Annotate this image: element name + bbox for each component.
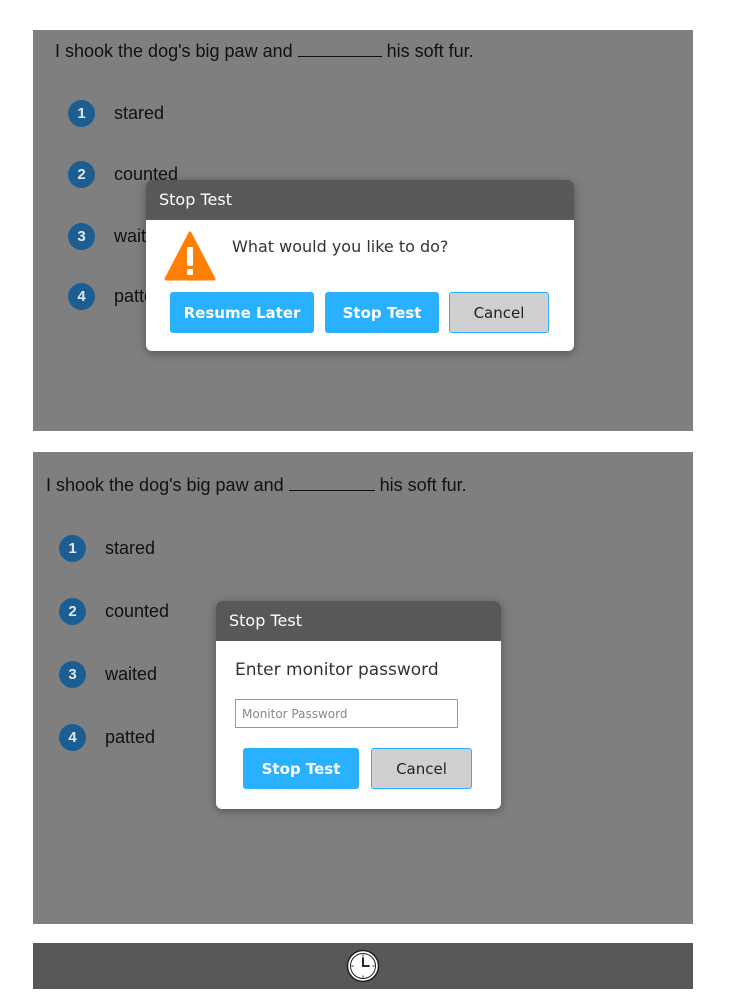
answer-blank bbox=[288, 489, 375, 491]
question-after: his soft fur. bbox=[386, 41, 474, 61]
question-before: I shook the dog's big paw and bbox=[55, 41, 293, 61]
monitor-password-dialog: Stop Test Enter monitor password Stop Te… bbox=[216, 601, 501, 809]
answer-option[interactable]: 1 stared bbox=[68, 100, 164, 127]
answer-blank bbox=[297, 55, 382, 57]
footer-toolbar bbox=[33, 943, 693, 989]
option-label: patted bbox=[105, 727, 156, 747]
dialog-title: Stop Test bbox=[216, 601, 501, 641]
cancel-button[interactable]: Cancel bbox=[449, 292, 549, 333]
option-number-badge: 4 bbox=[68, 283, 95, 310]
stop-test-dialog: Stop Test What would you like to do? Res… bbox=[146, 180, 574, 351]
option-number-badge: 2 bbox=[68, 161, 95, 188]
cancel-button[interactable]: Cancel bbox=[371, 748, 472, 789]
option-number-badge: 4 bbox=[59, 724, 86, 751]
option-number-badge: 1 bbox=[59, 535, 86, 562]
option-label: counted bbox=[105, 601, 170, 621]
option-number-badge: 3 bbox=[68, 223, 95, 250]
option-number-badge: 3 bbox=[59, 661, 86, 688]
option-label: stared bbox=[105, 538, 156, 558]
option-number-badge: 1 bbox=[68, 100, 95, 127]
question-text: I shook the dog's big paw and his soft f… bbox=[55, 41, 474, 62]
option-label: stared bbox=[114, 103, 165, 123]
answer-option[interactable]: 3 waited bbox=[59, 661, 157, 688]
option-number-badge: 2 bbox=[59, 598, 86, 625]
answer-option[interactable]: 1 stared bbox=[59, 535, 155, 562]
question-before: I shook the dog's big paw and bbox=[46, 475, 284, 495]
question-text: I shook the dog's big paw and his soft f… bbox=[46, 475, 467, 496]
dialog-message: What would you like to do? bbox=[232, 237, 449, 256]
question-after: his soft fur. bbox=[379, 475, 467, 495]
dialog-message: Enter monitor password bbox=[235, 660, 439, 680]
clock-icon[interactable] bbox=[346, 949, 380, 983]
stop-test-button[interactable]: Stop Test bbox=[325, 292, 439, 333]
answer-option[interactable]: 4 patted bbox=[59, 724, 155, 751]
stop-test-button[interactable]: Stop Test bbox=[243, 748, 359, 789]
resume-later-button[interactable]: Resume Later bbox=[170, 292, 314, 333]
dialog-title: Stop Test bbox=[146, 180, 574, 220]
warning-icon bbox=[164, 231, 216, 281]
option-label: waited bbox=[105, 664, 158, 684]
answer-option[interactable]: 2 counted bbox=[59, 598, 169, 625]
monitor-password-input[interactable] bbox=[235, 699, 458, 728]
